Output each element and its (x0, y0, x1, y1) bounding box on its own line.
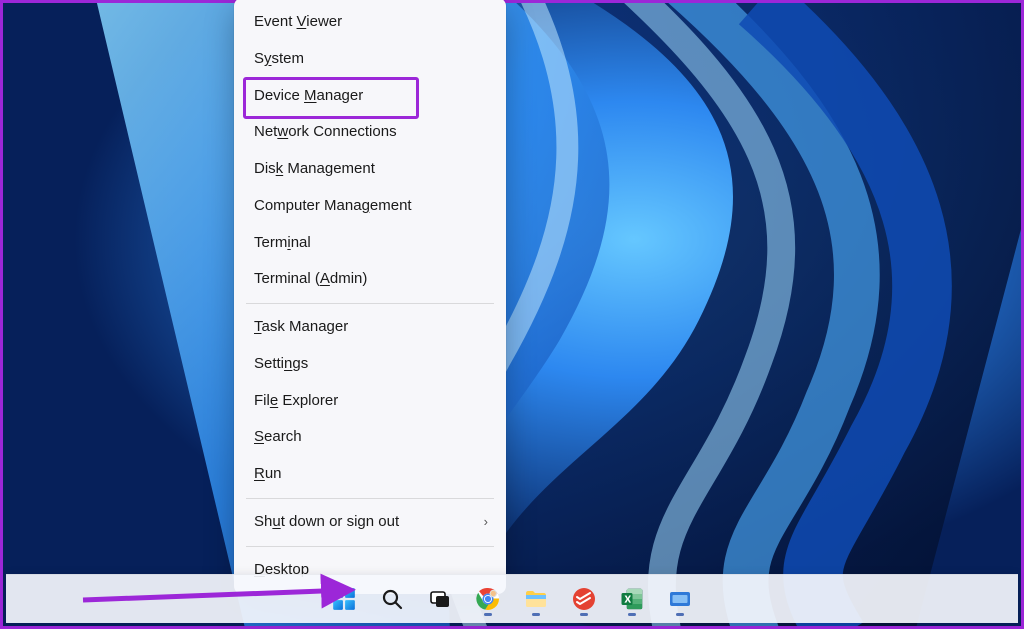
menu-item-label: Event Viewer (254, 13, 342, 32)
screenshot-frame: Event Viewer System Device Manager Network … (0, 0, 1024, 629)
menu-separator (246, 303, 494, 304)
start-button[interactable] (325, 580, 363, 618)
search-icon[interactable] (373, 580, 411, 618)
file-explorer-icon[interactable] (517, 580, 555, 618)
task-view-icon[interactable] (421, 580, 459, 618)
menu-item-task-manager[interactable]: Task Manager (234, 309, 506, 346)
menu-item-terminal-admin[interactable]: Terminal (Admin) (234, 261, 506, 298)
menu-item-label: Shut down or sign out (254, 513, 399, 532)
chrome-icon[interactable] (469, 580, 507, 618)
menu-item-label: Network Connections (254, 123, 397, 142)
menu-item-label: Computer Management (254, 197, 412, 216)
menu-item-computer-management[interactable]: Computer Management (234, 188, 506, 225)
menu-item-run[interactable]: Run (234, 456, 506, 493)
menu-item-system[interactable]: System (234, 41, 506, 78)
menu-item-terminal[interactable]: Terminal (234, 225, 506, 262)
todoist-icon[interactable] (565, 580, 603, 618)
menu-item-label: Device Manager (254, 87, 363, 106)
menu-separator (246, 498, 494, 499)
menu-item-label: Disk Management (254, 160, 375, 179)
menu-item-label: Terminal (254, 234, 311, 253)
winx-context-menu: Event Viewer System Device Manager Network … (234, 0, 506, 594)
menu-separator (246, 546, 494, 547)
menu-item-label: Settings (254, 355, 308, 374)
menu-item-shut-down-or-sign-out[interactable]: Shut down or sign out › (234, 504, 506, 541)
excel-icon[interactable] (613, 580, 651, 618)
menu-item-file-explorer[interactable]: File Explorer (234, 383, 506, 420)
menu-item-label: Run (254, 465, 282, 484)
menu-item-search[interactable]: Search (234, 419, 506, 456)
menu-item-device-manager[interactable]: Device Manager (234, 78, 506, 115)
menu-item-network-connections[interactable]: Network Connections (234, 114, 506, 151)
menu-item-label: File Explorer (254, 392, 338, 411)
chevron-right-icon: › (484, 514, 488, 530)
menu-item-event-viewer[interactable]: Event Viewer (234, 4, 506, 41)
menu-item-disk-management[interactable]: Disk Management (234, 151, 506, 188)
menu-item-settings[interactable]: Settings (234, 346, 506, 383)
desktop-wallpaper (3, 3, 1021, 626)
menu-item-label: Task Manager (254, 318, 348, 337)
taskbar (6, 574, 1018, 623)
menu-item-label: Terminal (Admin) (254, 270, 367, 289)
menu-item-label: System (254, 50, 304, 69)
menu-item-label: Search (254, 428, 302, 447)
app-icon[interactable] (661, 580, 699, 618)
